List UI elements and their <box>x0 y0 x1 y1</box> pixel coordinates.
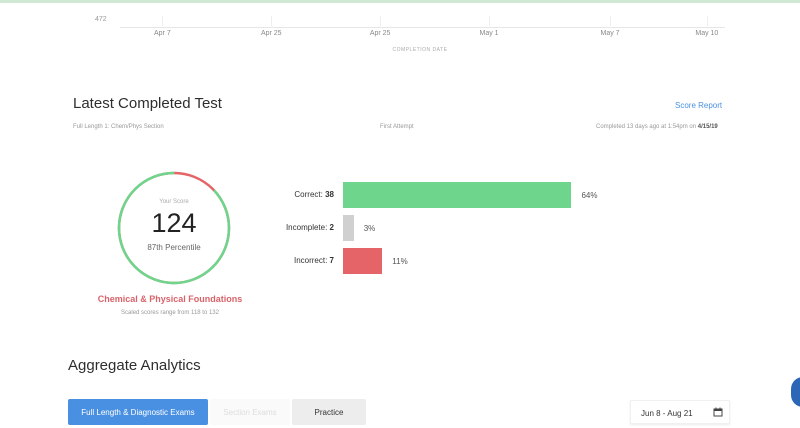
completion-timeline-chart: 472 Apr 7 Apr 25 Apr 25 May 1 May 7 May 10 CO… <box>90 6 730 56</box>
result-row-correct: Correct: 38 64% <box>250 182 650 208</box>
y-axis-tick: 472 <box>95 16 107 23</box>
score-caption: Your Score <box>159 199 189 205</box>
tab-practice[interactable]: Practice <box>292 399 366 425</box>
latest-test-title: Latest Completed Test <box>73 95 222 112</box>
score-value: 124 <box>151 208 197 238</box>
result-label: Correct: 38 <box>294 190 334 199</box>
attempt-label: First Attempt <box>380 124 414 130</box>
x-axis-gridline <box>380 16 382 26</box>
x-axis-line <box>120 27 725 28</box>
test-name: Full Length 1: Chem/Phys Section <box>73 124 164 130</box>
result-label: Incorrect: 7 <box>293 256 334 265</box>
percentile: 87th Percentile <box>147 243 201 252</box>
x-axis-label: COMPLETION DATE <box>392 47 448 53</box>
x-axis-gridline <box>271 16 273 26</box>
result-bar <box>343 182 572 208</box>
aggregate-analytics-title: Aggregate Analytics <box>68 357 201 374</box>
x-axis-tick: Apr 25 <box>369 30 391 37</box>
date-range-value: Jun 8 - Aug 21 <box>641 409 693 418</box>
top-accent-bar <box>0 0 800 3</box>
result-label: Incomplete: 2 <box>285 223 334 232</box>
x-axis-gridline <box>706 16 708 26</box>
date-range-picker[interactable]: Jun 8 - Aug 21 <box>630 400 730 424</box>
result-bar <box>343 248 383 274</box>
x-axis-gridline <box>489 16 491 26</box>
x-axis-tick: May 1 <box>479 30 499 37</box>
result-row-incorrect: Incorrect: 7 11% <box>250 248 650 274</box>
x-axis-tick: Apr 25 <box>260 30 282 37</box>
result-bar <box>343 215 354 241</box>
x-axis-tick: May 10 <box>695 30 719 37</box>
calendar-icon <box>713 407 723 417</box>
score-range-note: Scaled scores range from 118 to 132 <box>121 310 219 316</box>
x-axis-gridline <box>610 16 612 26</box>
score-ring: Your Score 124 87th Percentile <box>116 170 232 286</box>
result-row-incomplete: Incomplete: 2 3% <box>250 215 650 241</box>
x-axis-tick: May 7 <box>600 30 620 37</box>
score-report-link[interactable]: Score Report <box>675 101 722 110</box>
subject-name: Chemical & Physical Foundations <box>97 294 243 304</box>
tab-section-exams[interactable]: Section Exams <box>210 399 290 425</box>
result-percent: 11% <box>392 257 408 266</box>
completed-info: Completed 13 days ago at 1:54pm on 4/15/… <box>596 124 718 130</box>
result-percent: 64% <box>581 191 598 200</box>
tab-full-length-exams[interactable]: Full Length & Diagnostic Exams <box>68 399 208 425</box>
result-percent: 3% <box>363 224 376 233</box>
help-chat-button[interactable] <box>791 377 800 407</box>
x-axis-gridline <box>162 16 164 26</box>
x-axis-tick: Apr 7 <box>153 30 171 37</box>
